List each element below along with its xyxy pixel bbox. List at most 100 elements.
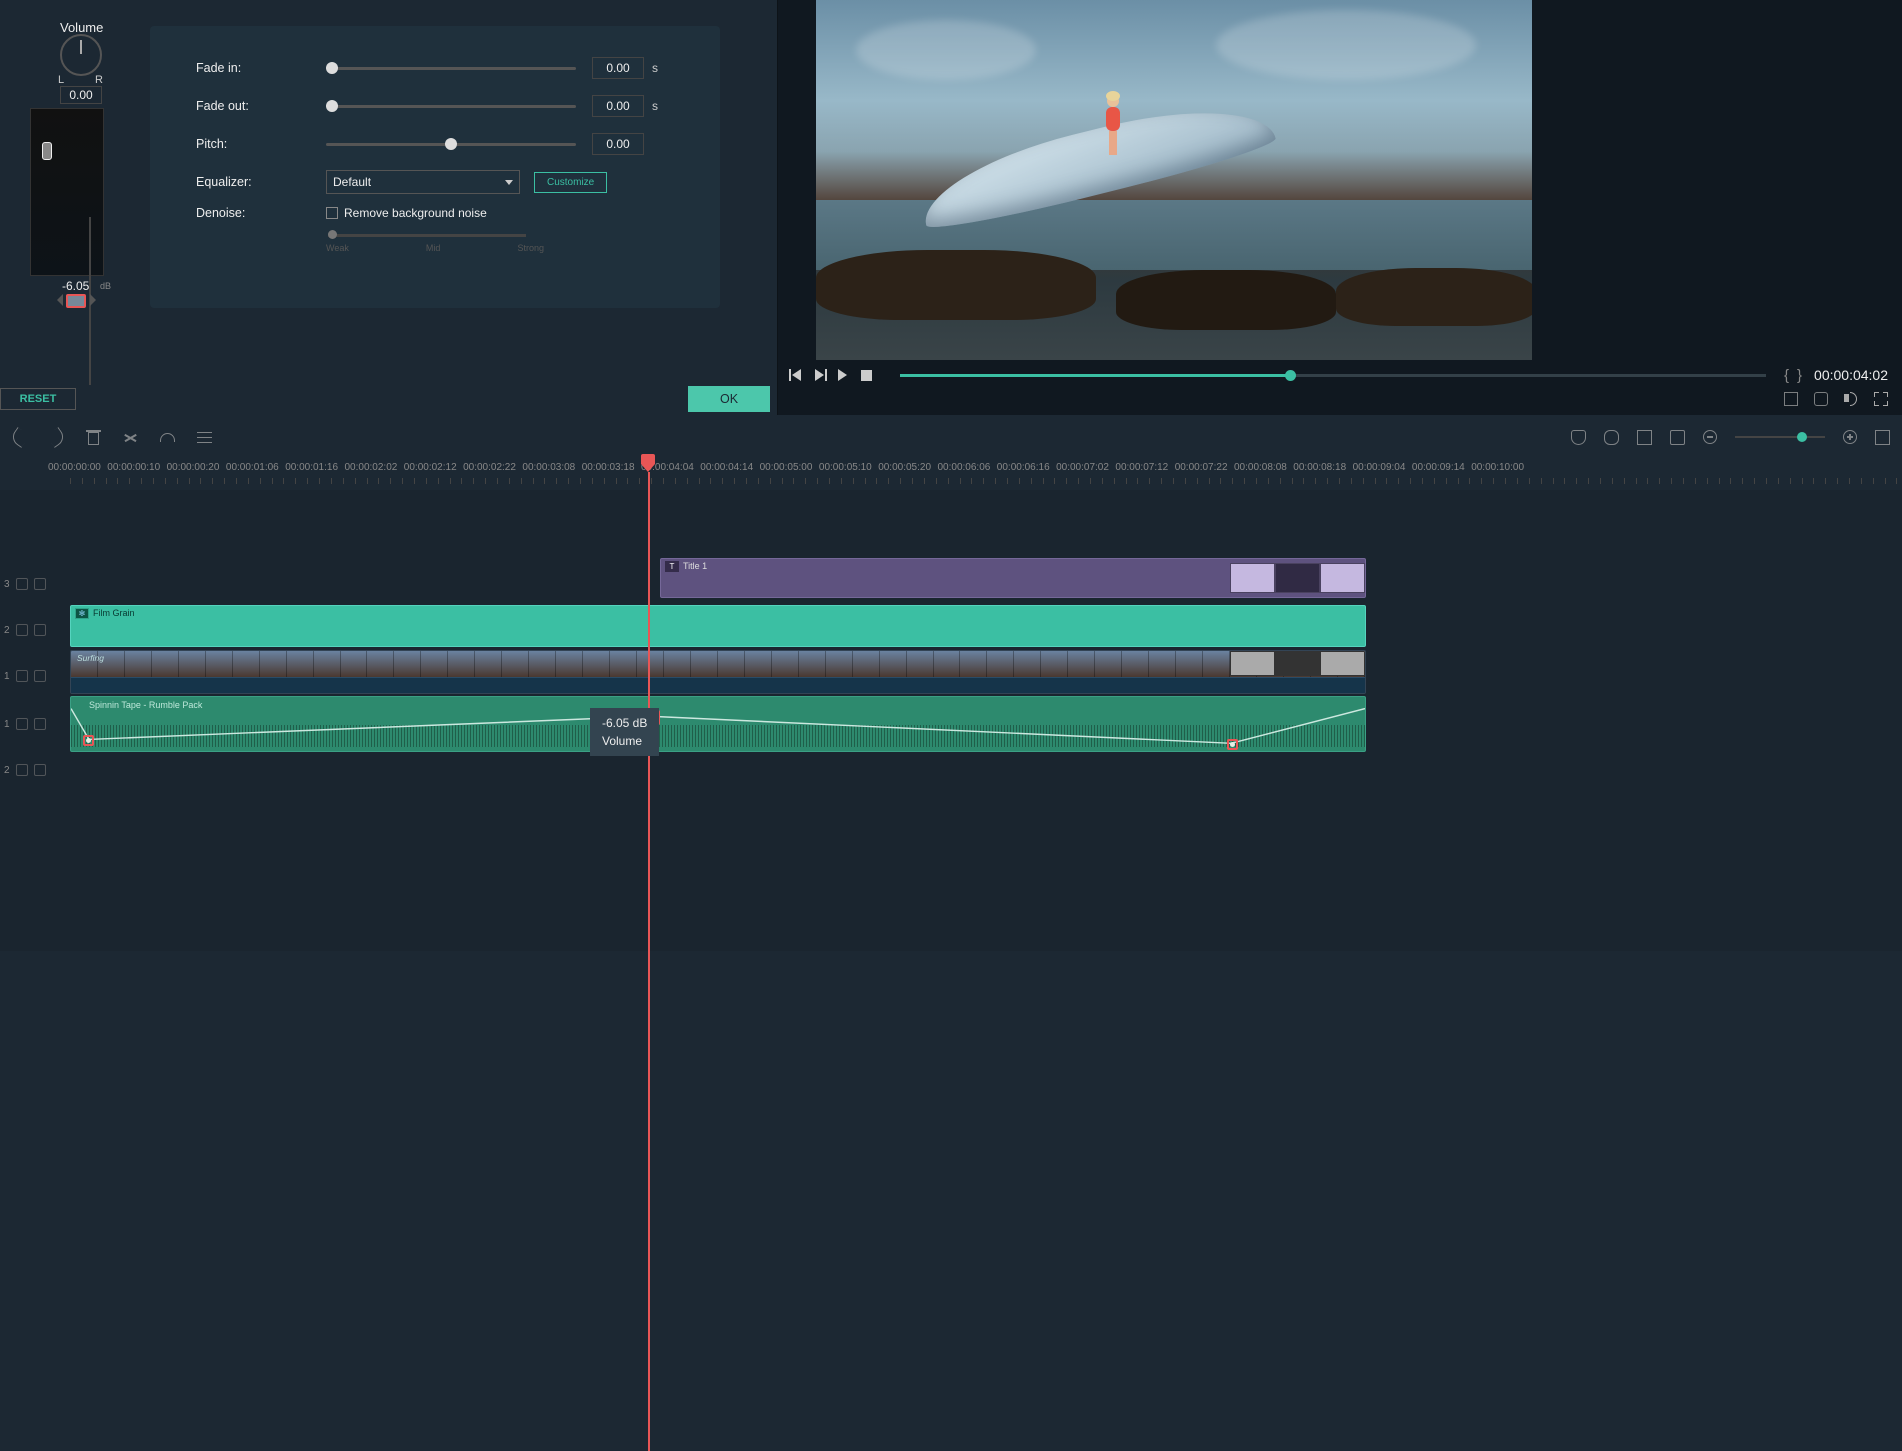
stop-button[interactable] bbox=[861, 370, 872, 381]
fade-in-slider[interactable] bbox=[326, 67, 576, 70]
lock-icon[interactable] bbox=[16, 670, 28, 682]
tooltip-label: Volume bbox=[602, 732, 647, 750]
prev-keyframe-icon[interactable] bbox=[57, 294, 63, 306]
lock-icon[interactable] bbox=[16, 718, 28, 730]
pitch-label: Pitch: bbox=[196, 137, 326, 151]
fx-clip-label: Film Grain bbox=[93, 608, 135, 618]
zoom-in-icon[interactable] bbox=[1843, 430, 1857, 444]
db-unit: dB bbox=[100, 281, 111, 291]
video-clip[interactable]: Surfing bbox=[70, 650, 1366, 694]
play-button[interactable] bbox=[838, 369, 847, 381]
manage-tracks-icon[interactable] bbox=[1670, 430, 1685, 445]
redo-icon[interactable] bbox=[49, 430, 64, 445]
fx-clip[interactable]: ✻ Film Grain bbox=[70, 605, 1366, 647]
playback-progress[interactable] bbox=[900, 374, 1766, 377]
ruler-timecode: 00:00:05:00 bbox=[760, 462, 813, 473]
customize-button[interactable]: Customize bbox=[534, 172, 607, 193]
track-number: 3 bbox=[4, 579, 10, 590]
title-clip[interactable]: T Title 1 bbox=[660, 558, 1366, 598]
track-header-audio2: 2 bbox=[0, 750, 68, 790]
next-keyframe-icon[interactable] bbox=[90, 294, 96, 306]
timeline-ruler[interactable]: 00:00:00:0000:00:00:1000:00:00:2000:00:0… bbox=[0, 456, 1902, 490]
ruler-timecode: 00:00:07:02 bbox=[1056, 462, 1109, 473]
reset-button[interactable]: RESET bbox=[0, 388, 76, 410]
equalizer-select[interactable]: Default bbox=[326, 170, 520, 194]
fade-in-unit: s bbox=[652, 61, 658, 75]
zoom-to-fit-icon[interactable] bbox=[1875, 430, 1890, 445]
ruler-timecode: 00:00:01:16 bbox=[285, 462, 338, 473]
fade-in-value[interactable]: 0.00 bbox=[592, 57, 644, 79]
volume-icon[interactable] bbox=[1844, 392, 1858, 406]
ruler-timecode: 00:00:09:14 bbox=[1412, 462, 1465, 473]
fullscreen-icon[interactable] bbox=[1874, 392, 1888, 406]
ruler-timecode: 00:00:07:22 bbox=[1175, 462, 1228, 473]
visibility-icon[interactable] bbox=[34, 670, 46, 682]
audio-form-card: Fade in: 0.00 s Fade out: 0.00 s Pitch: … bbox=[150, 26, 720, 308]
marker-icon[interactable] bbox=[1571, 430, 1586, 445]
mute-icon[interactable] bbox=[34, 764, 46, 776]
chevron-down-icon bbox=[505, 180, 513, 185]
ruler-timecode: 00:00:08:08 bbox=[1234, 462, 1287, 473]
mute-icon[interactable] bbox=[34, 718, 46, 730]
ruler-timecode: 00:00:02:02 bbox=[345, 462, 398, 473]
undo-icon[interactable] bbox=[12, 430, 27, 445]
track-number: 2 bbox=[4, 765, 10, 776]
pan-value[interactable]: 0.00 bbox=[60, 86, 102, 104]
volume-keyframe[interactable] bbox=[83, 735, 94, 746]
preview-pane: { } 00:00:04:02 bbox=[778, 0, 1902, 415]
ruler-timecode: 00:00:03:08 bbox=[522, 462, 575, 473]
zoom-out-icon[interactable] bbox=[1703, 430, 1717, 444]
speed-icon[interactable] bbox=[160, 433, 175, 442]
playhead[interactable] bbox=[648, 454, 655, 951]
mark-in-icon[interactable]: { bbox=[1784, 367, 1789, 384]
pitch-value[interactable]: 0.00 bbox=[592, 133, 644, 155]
prev-frame-button[interactable] bbox=[792, 369, 801, 381]
fade-out-label: Fade out: bbox=[196, 99, 326, 113]
preview-timecode: 00:00:04:02 bbox=[1814, 367, 1888, 383]
track-header-video: 1 bbox=[0, 656, 68, 696]
render-preview-icon[interactable] bbox=[1784, 392, 1798, 406]
denoise-weak: Weak bbox=[326, 243, 349, 253]
visibility-icon[interactable] bbox=[34, 624, 46, 636]
volume-envelope[interactable] bbox=[71, 697, 1365, 751]
fade-out-slider[interactable] bbox=[326, 105, 576, 108]
effect-icon: ✻ bbox=[75, 608, 89, 619]
mark-out-icon[interactable]: } bbox=[1797, 367, 1802, 384]
ruler-timecode: 00:00:00:10 bbox=[107, 462, 160, 473]
adjust-icon[interactable] bbox=[197, 430, 212, 445]
record-voiceover-icon[interactable] bbox=[1604, 430, 1619, 445]
denoise-strong: Strong bbox=[517, 243, 544, 253]
fade-out-value[interactable]: 0.00 bbox=[592, 95, 644, 117]
ruler-timecode: 00:00:06:06 bbox=[938, 462, 991, 473]
split-icon[interactable] bbox=[123, 430, 138, 445]
preview-video[interactable] bbox=[816, 0, 1532, 360]
denoise-label: Denoise: bbox=[196, 206, 326, 220]
ruler-timecode: 00:00:05:10 bbox=[819, 462, 872, 473]
zoom-slider[interactable] bbox=[1735, 436, 1825, 438]
lock-icon[interactable] bbox=[16, 578, 28, 590]
denoise-slider[interactable] bbox=[328, 234, 526, 237]
fade-out-unit: s bbox=[652, 99, 658, 113]
ruler-timecode: 00:00:07:12 bbox=[1115, 462, 1168, 473]
keyframe-toggle-button[interactable] bbox=[66, 294, 86, 308]
lock-icon[interactable] bbox=[16, 624, 28, 636]
preview-controls: { } 00:00:04:02 bbox=[778, 364, 1902, 386]
audio-mixer-icon[interactable] bbox=[1637, 430, 1652, 445]
audio-settings-panel: Volume L R 0.00 -6.05 dB Fade in: 0.00 s… bbox=[0, 0, 778, 415]
pitch-slider[interactable] bbox=[326, 143, 576, 146]
next-frame-button[interactable] bbox=[815, 369, 824, 381]
denoise-checkbox[interactable] bbox=[326, 207, 338, 219]
pan-knob[interactable] bbox=[60, 34, 102, 76]
ok-button[interactable]: OK bbox=[688, 386, 770, 412]
audio-clip[interactable]: Spinnin Tape - Rumble Pack bbox=[70, 696, 1366, 752]
lock-icon[interactable] bbox=[16, 764, 28, 776]
volume-keyframe[interactable] bbox=[1227, 739, 1238, 750]
pan-r-label: R bbox=[95, 74, 103, 86]
volume-tooltip: -6.05 dB Volume bbox=[590, 708, 659, 756]
snapshot-icon[interactable] bbox=[1814, 392, 1828, 406]
timeline-toolbar bbox=[0, 424, 1902, 450]
visibility-icon[interactable] bbox=[34, 578, 46, 590]
db-fader-handle[interactable] bbox=[42, 142, 52, 160]
db-meter bbox=[30, 108, 104, 276]
delete-icon[interactable] bbox=[86, 430, 101, 445]
